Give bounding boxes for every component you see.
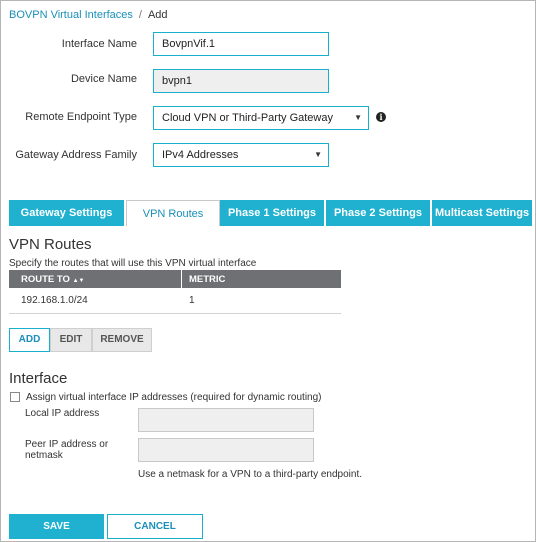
local-ip-input[interactable] <box>138 408 314 432</box>
chevron-down-icon: ▼ <box>354 113 362 122</box>
table-row[interactable]: 192.168.1.0/24 1 <box>9 288 341 314</box>
gateway-address-family-value: IPv4 Addresses <box>162 149 239 161</box>
tab-phase-2-settings[interactable]: Phase 2 Settings <box>326 200 432 226</box>
assign-ip-checkbox[interactable] <box>10 392 20 402</box>
netmask-hint: Use a netmask for a VPN to a third-party… <box>138 469 362 480</box>
cancel-button[interactable]: CANCEL <box>107 514 203 539</box>
interface-title: Interface <box>9 370 68 387</box>
vpn-routes-title: VPN Routes <box>9 236 92 253</box>
vpn-routes-description: Specify the routes that will use this VP… <box>9 258 257 269</box>
assign-ip-label: Assign virtual interface IP addresses (r… <box>26 392 322 403</box>
settings-tabs: Gateway Settings VPN Routes Phase 1 Sett… <box>9 200 535 226</box>
table-header: ROUTE TO ▲▼ METRIC <box>9 270 341 288</box>
peer-ip-input[interactable] <box>138 438 314 462</box>
remote-endpoint-type-value: Cloud VPN or Third-Party Gateway <box>162 112 333 124</box>
remove-button[interactable]: REMOVE <box>92 328 152 352</box>
interface-name-input[interactable]: BovpnVif.1 <box>153 32 329 56</box>
peer-ip-label-line1: Peer IP address or <box>25 439 109 450</box>
edit-button[interactable]: EDIT <box>50 328 92 352</box>
breadcrumb-separator: / <box>138 9 142 21</box>
breadcrumb-current: Add <box>147 9 168 21</box>
tab-phase-1-settings[interactable]: Phase 1 Settings <box>220 200 326 226</box>
column-header-route-to[interactable]: ROUTE TO ▲▼ <box>21 274 84 285</box>
device-name-label: Device Name <box>70 73 137 85</box>
remote-endpoint-type-select[interactable]: Cloud VPN or Third-Party Gateway ▼ <box>153 106 369 130</box>
metric-cell: 1 <box>189 295 195 306</box>
info-icon[interactable]: i <box>376 112 386 122</box>
interface-name-label: Interface Name <box>61 38 137 50</box>
peer-ip-label-line2: netmask <box>25 450 63 461</box>
tab-multicast-settings[interactable]: Multicast Settings <box>432 200 534 226</box>
add-button[interactable]: ADD <box>9 328 50 352</box>
breadcrumb: BOVPN Virtual Interfaces / Add <box>9 9 168 21</box>
tab-gateway-settings[interactable]: Gateway Settings <box>9 200 126 226</box>
breadcrumb-link-bovpn-virtual-interfaces[interactable]: BOVPN Virtual Interfaces <box>9 9 133 21</box>
column-header-metric[interactable]: METRIC <box>189 274 225 285</box>
column-divider <box>181 270 182 288</box>
remote-endpoint-type-label: Remote Endpoint Type <box>25 111 137 123</box>
chevron-down-icon: ▼ <box>314 150 322 159</box>
gateway-address-family-select[interactable]: IPv4 Addresses ▼ <box>153 143 329 167</box>
tab-vpn-routes[interactable]: VPN Routes <box>126 200 220 226</box>
local-ip-label: Local IP address <box>25 408 100 419</box>
route-to-cell: 192.168.1.0/24 <box>21 295 88 306</box>
peer-ip-label: Peer IP address or netmask <box>25 439 108 461</box>
vpn-routes-table: ROUTE TO ▲▼ METRIC 192.168.1.0/24 1 <box>9 270 341 314</box>
device-name-input[interactable]: bvpn1 <box>153 69 329 93</box>
column-header-route-to-label: ROUTE TO <box>21 274 70 285</box>
gateway-address-family-label: Gateway Address Family <box>15 149 137 161</box>
sort-icon: ▲▼ <box>72 278 85 284</box>
save-button[interactable]: SAVE <box>9 514 104 539</box>
